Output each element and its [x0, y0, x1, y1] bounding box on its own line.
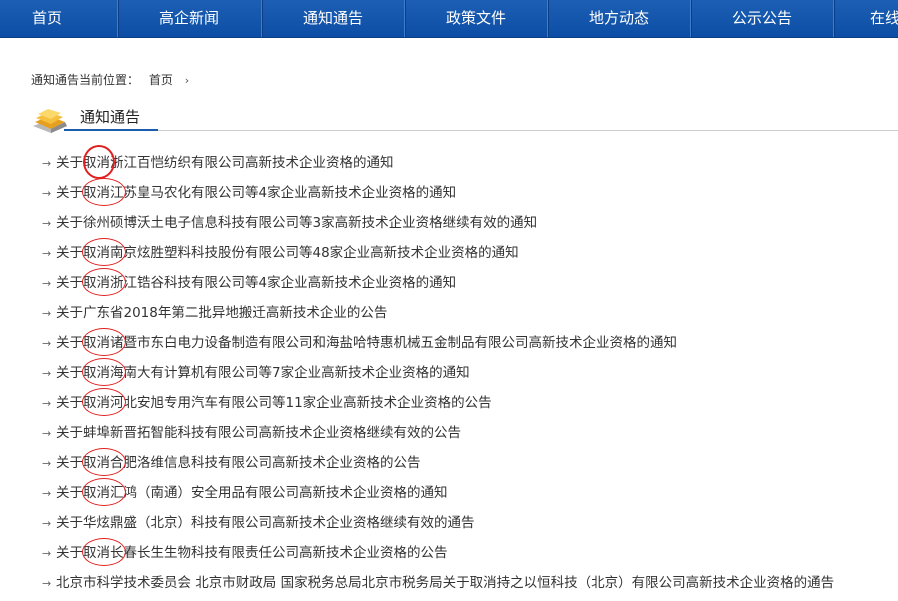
news-list-item: → 关于取消河北安旭专用汽车有限公司等11家企业高新技术企业资格的公告: [42, 388, 834, 421]
news-list-item: → 关于取消合肥洛维信息科技有限公司高新技术企业资格的公告: [42, 448, 834, 481]
arrow-bullet-icon: →: [42, 547, 52, 560]
news-list-item: → 关于取消江苏皇马农化有限公司等4家企业高新技术企业资格的通知: [42, 178, 834, 211]
top-nav-bar: 首页 高企新闻 通知通告 政策文件 地方动态 公示公告 在线: [0, 0, 898, 38]
news-link[interactable]: 关于取消南京炫胜塑料科技股份有限公司等48家企业高新技术企业资格的通知: [56, 245, 519, 261]
news-link[interactable]: 关于取消汇鸿（南通）安全用品有限公司高新技术企业资格的通知: [56, 485, 448, 501]
section-divider: [158, 130, 898, 131]
news-list-item: → 关于广东省2018年第二批异地搬迁高新技术企业的公告: [42, 301, 834, 331]
breadcrumb-label: 通知通告当前位置：: [31, 73, 140, 87]
news-link[interactable]: 关于取消江苏皇马农化有限公司等4家企业高新技术企业资格的通知: [56, 185, 456, 201]
news-link[interactable]: 关于取消海南大有计算机有限公司等7家企业高新技术企业资格的通知: [56, 365, 470, 381]
nav-item-home[interactable]: 首页: [0, 0, 94, 37]
arrow-bullet-icon: →: [42, 427, 52, 440]
arrow-bullet-icon: →: [42, 247, 52, 260]
arrow-bullet-icon: →: [42, 217, 52, 230]
arrow-bullet-icon: →: [42, 577, 52, 590]
news-link[interactable]: 关于取消诸暨市东白电力设备制造有限公司和海盐哈特惠机械五金制品有限公司高新技术企…: [56, 335, 677, 351]
nav-item-notices[interactable]: 通知通告: [262, 0, 404, 37]
news-link[interactable]: 关于取消浙江百恺纺织有限公司高新技术企业资格的通知: [56, 155, 394, 171]
arrow-bullet-icon: →: [42, 157, 52, 170]
arrow-bullet-icon: →: [42, 337, 52, 350]
arrow-bullet-icon: →: [42, 367, 52, 380]
news-list-item: → 关于取消浙江锆谷科技有限公司等4家企业高新技术企业资格的通知: [42, 268, 834, 301]
arrow-bullet-icon: →: [42, 457, 52, 470]
news-list-item: → 关于取消浙江百恺纺织有限公司高新技术企业资格的通知: [42, 145, 834, 181]
breadcrumb: 通知通告当前位置： 首页 ›: [31, 71, 189, 88]
arrow-bullet-icon: →: [42, 187, 52, 200]
news-link[interactable]: 关于取消长春长生生物科技有限责任公司高新技术企业资格的公告: [56, 545, 448, 561]
news-list: → 关于取消浙江百恺纺织有限公司高新技术企业资格的通知 → 关于取消江苏皇马农化有限公…: [42, 145, 834, 601]
nav-item-local[interactable]: 地方动态: [548, 0, 690, 37]
news-list-item: → 关于徐州硕博沃土电子信息科技有限公司等3家高新技术企业资格继续有效的通知: [42, 211, 834, 241]
breadcrumb-arrow-icon: ›: [184, 74, 190, 87]
news-list-item: → 关于取消诸暨市东白电力设备制造有限公司和海盐哈特惠机械五金制品有限公司高新技术…: [42, 328, 834, 361]
breadcrumb-home-link[interactable]: 首页: [149, 73, 173, 87]
news-list-item: → 关于取消长春长生生物科技有限责任公司高新技术企业资格的公告: [42, 538, 834, 571]
arrow-bullet-icon: →: [42, 397, 52, 410]
arrow-bullet-icon: →: [42, 517, 52, 530]
news-list-item: → 北京市科学技术委员会 北京市财政局 国家税务总局北京市税务局关于取消持之以恒科…: [42, 571, 834, 601]
section-title: 通知通告: [80, 108, 141, 126]
news-link[interactable]: 关于徐州硕博沃土电子信息科技有限公司等3家高新技术企业资格继续有效的通知: [56, 215, 537, 231]
news-link[interactable]: 关于取消浙江锆谷科技有限公司等4家企业高新技术企业资格的通知: [56, 275, 456, 291]
news-list-item: → 关于取消海南大有计算机有限公司等7家企业高新技术企业资格的通知: [42, 358, 834, 391]
news-link[interactable]: 关于华炫鼎盛（北京）科技有限公司高新技术企业资格继续有效的通告: [56, 515, 475, 531]
news-link[interactable]: 北京市科学技术委员会 北京市财政局 国家税务总局北京市税务局关于取消持之以恒科技…: [56, 575, 834, 591]
nav-item-online[interactable]: 在线: [870, 0, 898, 37]
news-link[interactable]: 关于广东省2018年第二批异地搬迁高新技术企业的公告: [56, 305, 387, 321]
news-list-item: → 关于华炫鼎盛（北京）科技有限公司高新技术企业资格继续有效的通告: [42, 511, 834, 541]
arrow-bullet-icon: →: [42, 487, 52, 500]
arrow-bullet-icon: →: [42, 277, 52, 290]
arrow-bullet-icon: →: [42, 307, 52, 320]
news-list-item: → 关于取消汇鸿（南通）安全用品有限公司高新技术企业资格的通知: [42, 478, 834, 511]
news-link[interactable]: 关于蚌埠新晋拓智能科技有限公司高新技术企业资格继续有效的公告: [56, 425, 461, 441]
news-list-item: → 关于取消南京炫胜塑料科技股份有限公司等48家企业高新技术企业资格的通知: [42, 238, 834, 271]
news-link[interactable]: 关于取消河北安旭专用汽车有限公司等11家企业高新技术企业资格的公告: [56, 395, 492, 411]
section-title-underline: [64, 129, 158, 131]
news-list-item: → 关于蚌埠新晋拓智能科技有限公司高新技术企业资格继续有效的公告: [42, 421, 834, 451]
nav-separator: [833, 0, 834, 37]
nav-item-policy[interactable]: 政策文件: [405, 0, 547, 37]
nav-item-publicity[interactable]: 公示公告: [691, 0, 833, 37]
nav-item-news[interactable]: 高企新闻: [118, 0, 260, 37]
news-link[interactable]: 关于取消合肥洛维信息科技有限公司高新技术企业资格的公告: [56, 455, 421, 471]
